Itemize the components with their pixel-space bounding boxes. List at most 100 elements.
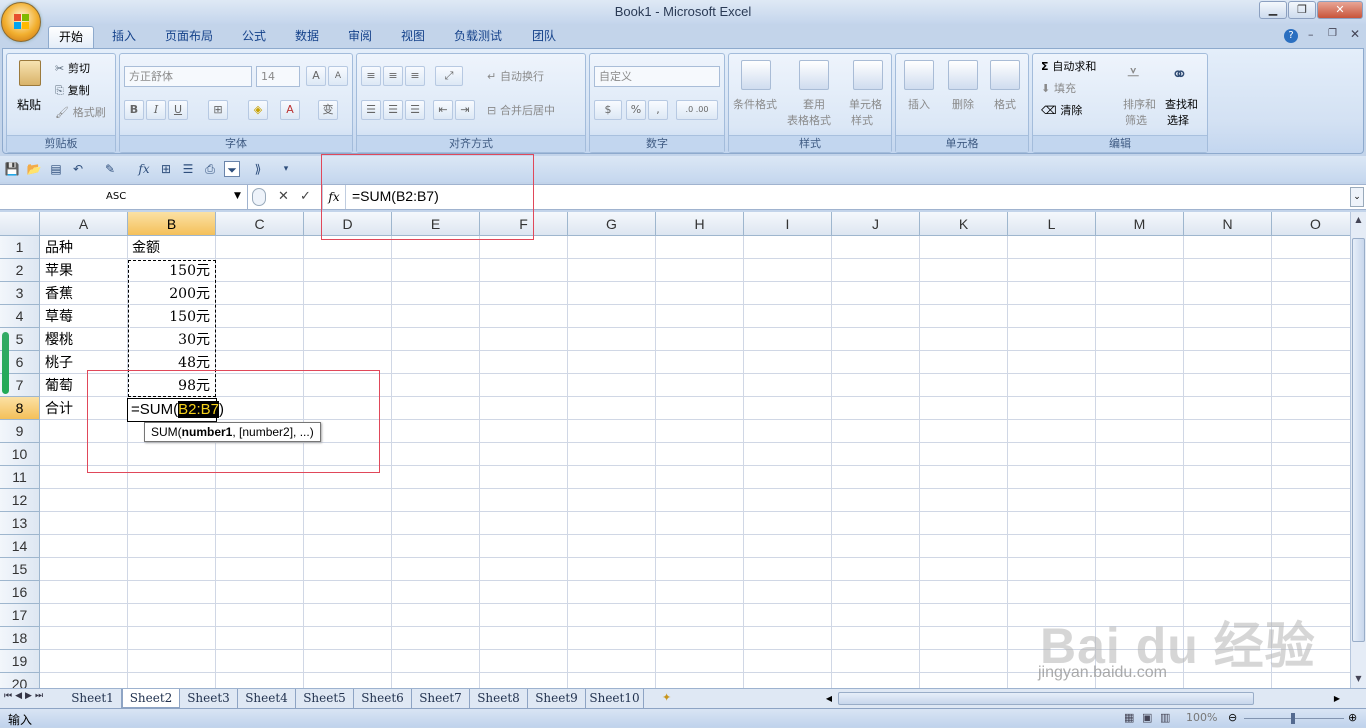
paintbrush-icon[interactable]: ⟫ [250,161,266,177]
row-header-18[interactable]: 18 [0,627,40,650]
cell-styles-label1[interactable]: 单元格 [849,96,882,112]
minimize-button[interactable]: ▁ [1259,1,1287,19]
cell-a6[interactable]: 桃子 [45,352,73,375]
ribbon-minimize-icon[interactable]: – [1308,28,1314,41]
clear-button[interactable]: ⌫ 清除 [1041,102,1082,118]
print-preview-icon[interactable]: ▤ [48,161,64,177]
enter-icon[interactable]: ✓ [300,189,311,204]
column-header-m[interactable]: M [1096,212,1184,236]
expand-formula-bar-icon[interactable]: ⌄ [1350,187,1364,207]
ribbon-restore-icon[interactable]: ❐ [1328,28,1337,39]
column-header-h[interactable]: H [656,212,744,236]
table-icon[interactable]: ⊞ [158,161,174,177]
page-break-view-icon[interactable]: ▥ [1160,711,1170,724]
sheet-tab-sheet6[interactable]: Sheet6 [354,689,412,708]
cell-a8[interactable]: 合计 [45,398,73,421]
vertical-scroll-thumb[interactable] [1352,238,1365,642]
row-header-12[interactable]: 12 [0,489,40,512]
column-header-n[interactable]: N [1184,212,1272,236]
column-header-b[interactable]: B [128,212,216,236]
align-middle-icon[interactable]: ≡ [383,66,403,86]
tab-review[interactable]: 审阅 [340,26,380,48]
name-box-dropdown-icon[interactable]: ▼ [234,191,241,201]
cell-b1[interactable]: 金额 [132,237,160,260]
find-select-label1[interactable]: 查找和 [1165,96,1198,112]
currency-icon[interactable]: $ [594,100,622,120]
align-center-icon[interactable]: ☰ [383,100,403,120]
tab-formulas[interactable]: 公式 [234,26,274,48]
row-header-16[interactable]: 16 [0,581,40,604]
sheet-tab-sheet2[interactable]: Sheet2 [122,689,180,708]
tab-insert[interactable]: 插入 [104,26,144,48]
scroll-left-icon[interactable]: ◀ [822,691,836,706]
sheet-tab-sheet8[interactable]: Sheet8 [470,689,528,708]
row-header-14[interactable]: 14 [0,535,40,558]
row-header-13[interactable]: 13 [0,512,40,535]
italic-button[interactable]: I [146,100,166,120]
cell-a2[interactable]: 苹果 [45,260,73,283]
customize-qat-icon[interactable]: ▾ [278,161,294,177]
sheet-tab-sheet5[interactable]: Sheet5 [296,689,354,708]
insert-function-qat-icon[interactable]: fx [136,161,152,177]
zoom-out-icon[interactable]: ⊖ [1228,711,1237,724]
sheet-tab-sheet9[interactable]: Sheet9 [528,689,586,708]
font-color-button[interactable]: A [280,100,300,120]
align-right-icon[interactable]: ☰ [405,100,425,120]
column-header-o[interactable]: O [1272,212,1350,236]
row-header-4[interactable]: 4 [0,305,40,328]
cut-button[interactable]: ✂ 剪切 [55,60,90,76]
align-left-icon[interactable]: ☰ [361,100,381,120]
merge-center-button[interactable]: ⊟ 合并后居中 [487,102,555,118]
undo-icon[interactable]: ↶ [70,161,86,177]
column-header-g[interactable]: G [568,212,656,236]
row-header-9[interactable]: 9 [0,420,40,443]
borders-icon[interactable]: ⊞ [208,100,228,120]
decimal-button[interactable]: .0 .00 [676,100,718,120]
formula-bar-resize-handle[interactable] [252,188,266,206]
row-header-8[interactable]: 8 [0,397,40,420]
print-icon[interactable]: ⎙ [202,161,218,177]
insert-cells-button[interactable]: 插入 [908,96,930,112]
column-header-l[interactable]: L [1008,212,1096,236]
align-bottom-icon[interactable]: ≡ [405,66,425,86]
row-header-17[interactable]: 17 [0,604,40,627]
cell-styles-label2[interactable]: 样式 [851,112,873,128]
format-painter-button[interactable]: 🖌 格式刷 [55,104,106,120]
autosum-button[interactable]: Σ 自动求和 [1041,58,1096,74]
shrink-font-button[interactable]: A [328,66,348,86]
font-name-combo[interactable]: 方正舒体 [124,66,252,87]
tab-view[interactable]: 视图 [393,26,433,48]
column-header-a[interactable]: A [40,212,128,236]
scroll-down-icon[interactable]: ▼ [1352,672,1365,686]
sheet-tab-sheet3[interactable]: Sheet3 [180,689,238,708]
column-header-i[interactable]: I [744,212,832,236]
row-header-2[interactable]: 2 [0,259,40,282]
row-header-11[interactable]: 11 [0,466,40,489]
paste-button[interactable]: 粘贴 [13,58,47,118]
format-table-label2[interactable]: 表格格式 [787,112,831,128]
scroll-right-icon[interactable]: ▶ [1330,691,1344,706]
sort-filter-label2[interactable]: 筛选 [1125,112,1147,128]
tab-home[interactable]: 开始 [48,26,94,48]
normal-view-icon[interactable]: ▦ [1124,711,1134,724]
cell-a7[interactable]: 葡萄 [45,375,73,398]
number-format-combo[interactable]: 自定义 [594,66,720,87]
tab-team[interactable]: 团队 [524,26,564,48]
close-button[interactable]: ✕ [1317,1,1363,19]
format-cells-button[interactable]: 格式 [994,96,1016,112]
find-select-label2[interactable]: 选择 [1167,112,1189,128]
font-size-combo[interactable]: 14 [256,66,300,87]
copy-button[interactable]: ⎘ 复制 [55,82,90,98]
sheet-tab-sheet4[interactable]: Sheet4 [238,689,296,708]
sort-filter-label1[interactable]: 排序和 [1123,96,1156,112]
format-table-label1[interactable]: 套用 [803,96,825,112]
cell-a3[interactable]: 香蕉 [45,283,73,306]
wrap-text-button[interactable]: ↵ 自动换行 [487,68,544,84]
row-header-15[interactable]: 15 [0,558,40,581]
phonetic-button[interactable]: 变 [318,100,338,120]
save-icon[interactable]: 💾 [4,161,20,177]
row-header-20[interactable]: 20 [0,673,40,688]
name-box[interactable]: ASC [0,185,248,209]
cancel-icon[interactable]: ✕ [278,189,289,204]
tab-data[interactable]: 数据 [287,26,327,48]
